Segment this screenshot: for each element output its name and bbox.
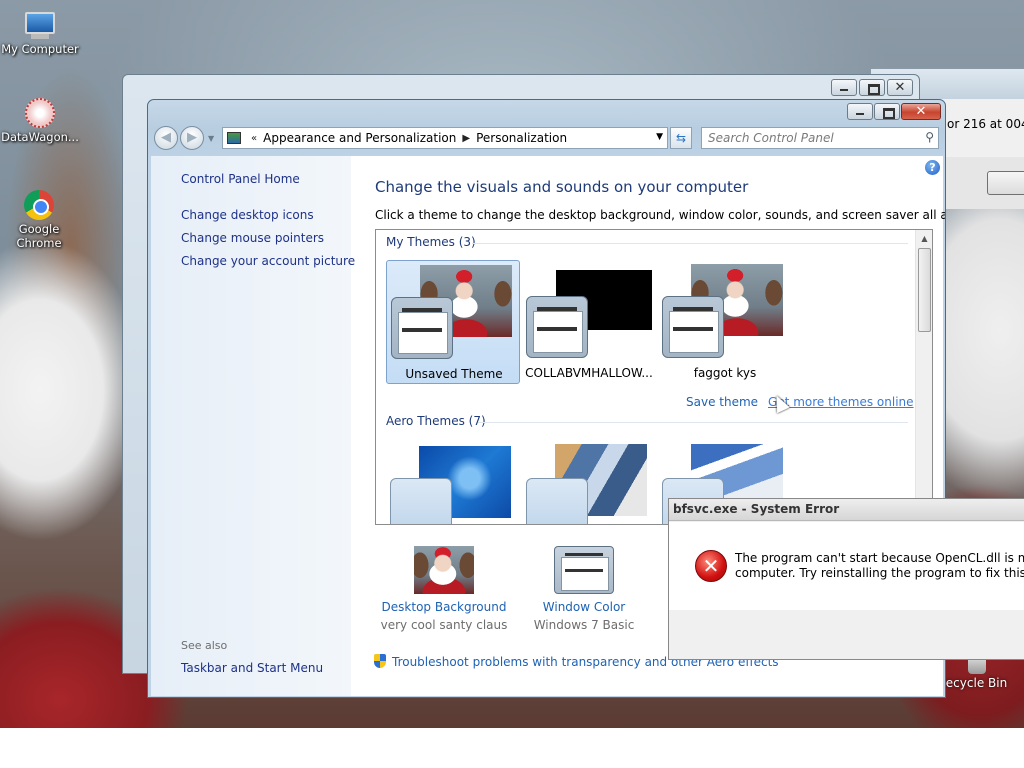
desktop-icon-google-chrome[interactable]: Google Chrome — [0, 190, 78, 250]
window-color-option[interactable]: Window Color Windows 7 Basic — [519, 546, 649, 632]
breadcrumb-overflow-icon[interactable]: « — [251, 133, 257, 144]
control-panel-home-link[interactable]: Control Panel Home — [181, 172, 300, 186]
desktop-icon-label: DataWagon... — [1, 130, 79, 144]
back-button[interactable]: ◀ — [154, 126, 178, 150]
save-theme-link[interactable]: Save theme — [686, 395, 758, 409]
desktop-background-option[interactable]: Desktop Background very cool santy claus — [379, 546, 509, 632]
dialog-title: bfsvc.exe - System Error — [669, 499, 1024, 521]
datawagon-icon — [25, 98, 55, 128]
recent-pages-icon[interactable]: ▼ — [208, 134, 214, 143]
control-panel-icon — [227, 132, 241, 144]
desktop-icon-label: My Computer — [1, 42, 79, 56]
theme-name: faggot kys — [693, 366, 757, 380]
help-icon[interactable]: ? — [925, 160, 940, 175]
search-box[interactable]: ⚲ — [701, 127, 939, 149]
desktop-icon-my-computer[interactable]: My Computer — [0, 8, 80, 56]
breadcrumb-separator-icon[interactable]: ▶ — [462, 133, 470, 144]
address-dropdown-icon[interactable]: ▼ — [656, 132, 663, 142]
maximize-button[interactable] — [859, 79, 885, 96]
desktop-background-thumbnail — [414, 546, 474, 594]
aero-themes-title: Aero Themes (7) — [386, 414, 486, 428]
breadcrumb-personalization[interactable]: Personalization — [476, 131, 567, 145]
window-color-value: Windows 7 Basic — [533, 618, 635, 632]
themes-scrollbar[interactable]: ▲ — [915, 230, 932, 524]
breadcrumb-appearance[interactable]: Appearance and Personalization — [263, 131, 456, 145]
dialog-button[interactable] — [987, 171, 1024, 195]
search-input[interactable] — [702, 128, 912, 148]
maximize-button[interactable] — [874, 103, 900, 120]
uac-shield-icon — [374, 654, 386, 668]
scroll-up-icon[interactable]: ▲ — [916, 230, 932, 247]
desktop-background-value: very cool santy claus — [380, 618, 508, 632]
close-icon: ✕ — [915, 104, 927, 119]
error-icon: ✕ — [695, 550, 727, 582]
minimize-button[interactable] — [847, 103, 873, 120]
change-desktop-icons-link[interactable]: Change desktop icons — [181, 208, 314, 222]
forward-arrow-icon: ▶ — [187, 130, 197, 145]
desktop-icon-label: Recycle Bin — [938, 676, 1008, 690]
theme-window-color-thumbnail — [390, 478, 452, 524]
refresh-icon: ⇆ — [675, 131, 687, 145]
themes-list: My Themes (3) Unsaved Theme COLLABVMHALL… — [375, 229, 933, 525]
theme-window-color-thumbnail — [526, 296, 588, 358]
desktop-icon-label: Google Chrome — [16, 222, 62, 250]
theme-window-color-thumbnail — [526, 478, 588, 524]
page-title: Change the visuals and sounds on your co… — [375, 178, 749, 196]
theme-aero-architecture[interactable] — [522, 436, 656, 524]
theme-aero-windows-7[interactable] — [386, 442, 520, 524]
back-arrow-icon: ◀ — [161, 130, 171, 145]
theme-name: Unsaved Theme — [405, 367, 503, 381]
theme-faggot-kys[interactable]: faggot kys — [658, 260, 792, 384]
sidebar: Control Panel Home Change desktop icons … — [151, 156, 355, 696]
page-description: Click a theme to change the desktop back… — [375, 208, 946, 222]
my-themes-title: My Themes (3) — [386, 235, 476, 249]
theme-unsaved[interactable]: Unsaved Theme — [386, 260, 520, 384]
search-icon[interactable]: ⚲ — [925, 130, 934, 144]
system-error-dialog[interactable]: bfsvc.exe - System Error ✕ The program c… — [668, 498, 1024, 660]
change-account-picture-link[interactable]: Change your account picture — [181, 254, 355, 268]
address-bar[interactable]: « Appearance and Personalization ▶ Perso… — [222, 127, 668, 149]
close-icon: ✕ — [894, 80, 906, 95]
desktop: My Computer DataWagon... Google Chrome R… — [0, 0, 1024, 728]
close-button[interactable]: ✕ — [887, 79, 913, 96]
computer-icon — [25, 12, 55, 34]
change-mouse-pointers-link[interactable]: Change mouse pointers — [181, 231, 324, 245]
desktop-icon-datawagon[interactable]: DataWagon... — [0, 98, 80, 144]
scrollbar-thumb[interactable] — [918, 248, 931, 332]
theme-name: COLLABVMHALLOW... — [525, 366, 653, 380]
refresh-button[interactable]: ⇆ — [670, 127, 692, 149]
theme-collabvmhallow[interactable]: COLLABVMHALLOW... — [522, 260, 656, 384]
error-message-line-2: computer. Try reinstalling the program t… — [735, 566, 1024, 580]
theme-window-color-thumbnail — [662, 296, 724, 358]
navigation-bar: ◀ ▶ ▼ « Appearance and Personalization ▶… — [148, 122, 945, 154]
error-message: The program can't start because OpenCL.d… — [735, 551, 1024, 581]
window-color-link[interactable]: Window Color — [519, 600, 649, 614]
see-also-label: See also — [181, 639, 228, 652]
window-text: or 216 at 00403 — [947, 117, 1024, 131]
theme-window-color-thumbnail — [391, 297, 453, 359]
desktop-background-link[interactable]: Desktop Background — [379, 600, 509, 614]
forward-button[interactable]: ▶ — [180, 126, 204, 150]
close-button[interactable]: ✕ — [901, 103, 941, 120]
error-message-line-1: The program can't start because OpenCL.d… — [735, 551, 1024, 565]
window-color-thumbnail — [554, 546, 614, 594]
minimize-button[interactable] — [831, 79, 857, 96]
chrome-icon — [24, 190, 54, 220]
taskbar-start-menu-link[interactable]: Taskbar and Start Menu — [181, 661, 323, 675]
